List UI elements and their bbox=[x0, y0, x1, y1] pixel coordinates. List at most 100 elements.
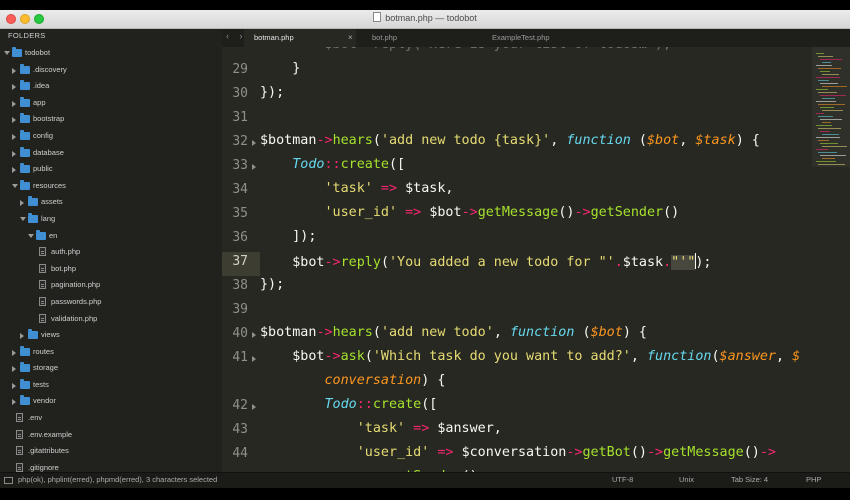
file-item[interactable]: pagination.php bbox=[0, 277, 222, 294]
minimap-line bbox=[820, 83, 838, 84]
file-item[interactable]: auth.php bbox=[0, 244, 222, 261]
disclosure-open-icon[interactable] bbox=[12, 183, 18, 188]
code-line: $bot->ask('Which task do you want to add… bbox=[260, 349, 800, 364]
folder-item[interactable]: storage bbox=[0, 360, 222, 377]
status-encoding[interactable]: UTF-8 bbox=[612, 475, 633, 484]
folder-item[interactable]: todobot bbox=[0, 45, 222, 62]
disclosure-closed-icon[interactable] bbox=[12, 84, 16, 91]
status-tab-size[interactable]: Tab Size: 4 bbox=[731, 475, 768, 484]
status-line-endings[interactable]: Unix bbox=[679, 475, 694, 484]
file-item[interactable]: bot.php bbox=[0, 261, 222, 278]
disclosure-closed-icon[interactable] bbox=[12, 67, 16, 74]
file-item[interactable]: .gitattributes bbox=[0, 443, 222, 460]
window-title-text: botman.php — todobot bbox=[385, 13, 477, 23]
tab-bot-php[interactable]: bot.php bbox=[356, 29, 476, 47]
disclosure-closed-icon[interactable] bbox=[12, 366, 16, 373]
folder-item[interactable]: vendor bbox=[0, 393, 222, 410]
folder-item[interactable]: lang bbox=[0, 211, 222, 228]
disclosure-closed-icon[interactable] bbox=[12, 167, 16, 174]
minimap-line bbox=[816, 137, 840, 138]
code-token: 'You added a new todo for "' bbox=[389, 255, 615, 270]
code-token: ) { bbox=[421, 373, 446, 388]
code-line: $bot->reply('You added a new todo for "'… bbox=[260, 253, 711, 270]
disclosure-closed-icon[interactable] bbox=[12, 133, 16, 140]
disclosure-closed-icon[interactable] bbox=[12, 349, 16, 356]
tab-botman-php[interactable]: botman.php × bbox=[244, 29, 356, 47]
file-icon bbox=[16, 462, 23, 472]
status-syntax[interactable]: PHP bbox=[806, 475, 821, 484]
code-token: ( bbox=[364, 349, 373, 364]
disclosure-closed-icon[interactable] bbox=[20, 200, 24, 207]
minimap[interactable] bbox=[812, 47, 850, 472]
line-number: 34 bbox=[232, 182, 248, 197]
code-token: -> bbox=[566, 445, 583, 460]
tree-item-label: .env bbox=[28, 413, 43, 423]
folder-item[interactable]: assets bbox=[0, 194, 222, 211]
status-bar: php(ok), phplint(erred), phpmd(erred), 3… bbox=[0, 472, 850, 488]
fold-arrow-icon[interactable] bbox=[252, 164, 256, 170]
tree-item-label: lang bbox=[41, 213, 56, 223]
code-token: $bot bbox=[429, 205, 462, 220]
disclosure-closed-icon[interactable] bbox=[12, 382, 16, 389]
folder-item[interactable]: database bbox=[0, 145, 222, 162]
line-number: 36 bbox=[232, 230, 248, 245]
disclosure-closed-icon[interactable] bbox=[20, 333, 24, 340]
folder-item[interactable]: .idea bbox=[0, 78, 222, 95]
folders-header: FOLDERS bbox=[8, 31, 46, 40]
fold-arrow-icon[interactable] bbox=[252, 140, 256, 146]
disclosure-closed-icon[interactable] bbox=[12, 117, 16, 124]
disclosure-closed-icon[interactable] bbox=[12, 399, 16, 406]
file-item[interactable]: validation.php bbox=[0, 311, 222, 328]
code-token: Todo bbox=[324, 397, 357, 412]
disclosure-open-icon[interactable] bbox=[28, 233, 34, 238]
folder-item[interactable]: tests bbox=[0, 377, 222, 394]
folder-icon bbox=[20, 179, 30, 190]
code-token: $bot bbox=[260, 349, 325, 364]
folder-item[interactable]: public bbox=[0, 161, 222, 178]
folder-item[interactable]: config bbox=[0, 128, 222, 145]
disclosure-open-icon[interactable] bbox=[20, 216, 26, 221]
tab-exampletest-php[interactable]: ExampleTest.php bbox=[476, 29, 616, 47]
code-token: }); bbox=[260, 85, 285, 100]
folder-item[interactable]: routes bbox=[0, 344, 222, 361]
file-item[interactable]: .env.example bbox=[0, 427, 222, 444]
tree-item-label: app bbox=[33, 97, 46, 107]
file-item[interactable]: passwords.php bbox=[0, 294, 222, 311]
fold-arrow-icon[interactable] bbox=[252, 404, 256, 410]
tree-item-label: todobot bbox=[25, 48, 51, 57]
code-line: $bot->reply('Here is your list of todos…… bbox=[260, 47, 671, 52]
code-token: $answer, bbox=[437, 421, 502, 436]
minimap-line bbox=[820, 95, 846, 96]
tab-label: ExampleTest.php bbox=[492, 33, 550, 42]
tab-label: bot.php bbox=[372, 33, 398, 42]
fold-arrow-icon[interactable] bbox=[252, 356, 256, 362]
fold-arrow-icon[interactable] bbox=[252, 332, 256, 338]
folder-item[interactable]: bootstrap bbox=[0, 111, 222, 128]
code-token: => bbox=[405, 421, 438, 436]
folder-icon bbox=[20, 146, 30, 157]
tree-item-label: .gitattributes bbox=[28, 446, 69, 456]
close-tab-icon[interactable]: × bbox=[348, 29, 353, 47]
file-item[interactable]: .env bbox=[0, 410, 222, 427]
code-editor[interactable]: 29303132333435363738394041424344 $bot->r… bbox=[222, 47, 812, 472]
window-title: botman.php — todobot bbox=[0, 12, 850, 23]
folder-item[interactable]: resources bbox=[0, 178, 222, 195]
folder-icon bbox=[20, 113, 30, 124]
disclosure-closed-icon[interactable] bbox=[12, 100, 16, 107]
code-token: $ bbox=[792, 349, 801, 364]
folder-item[interactable]: .discovery bbox=[0, 62, 222, 79]
tab-label: botman.php bbox=[254, 33, 294, 42]
folder-item[interactable]: en bbox=[0, 228, 222, 245]
tree-item-label: views bbox=[41, 330, 60, 340]
panel-toggle-icon[interactable] bbox=[4, 477, 13, 484]
code-token: :: bbox=[356, 397, 373, 412]
folder-item[interactable]: views bbox=[0, 327, 222, 344]
minimap-line bbox=[822, 146, 847, 147]
disclosure-closed-icon[interactable] bbox=[12, 150, 16, 157]
tree-item-label: config bbox=[33, 130, 54, 140]
tree-item-label: pagination.php bbox=[51, 280, 101, 290]
folder-item[interactable]: app bbox=[0, 95, 222, 112]
disclosure-open-icon[interactable] bbox=[4, 51, 10, 55]
code-token: $task bbox=[622, 255, 664, 270]
